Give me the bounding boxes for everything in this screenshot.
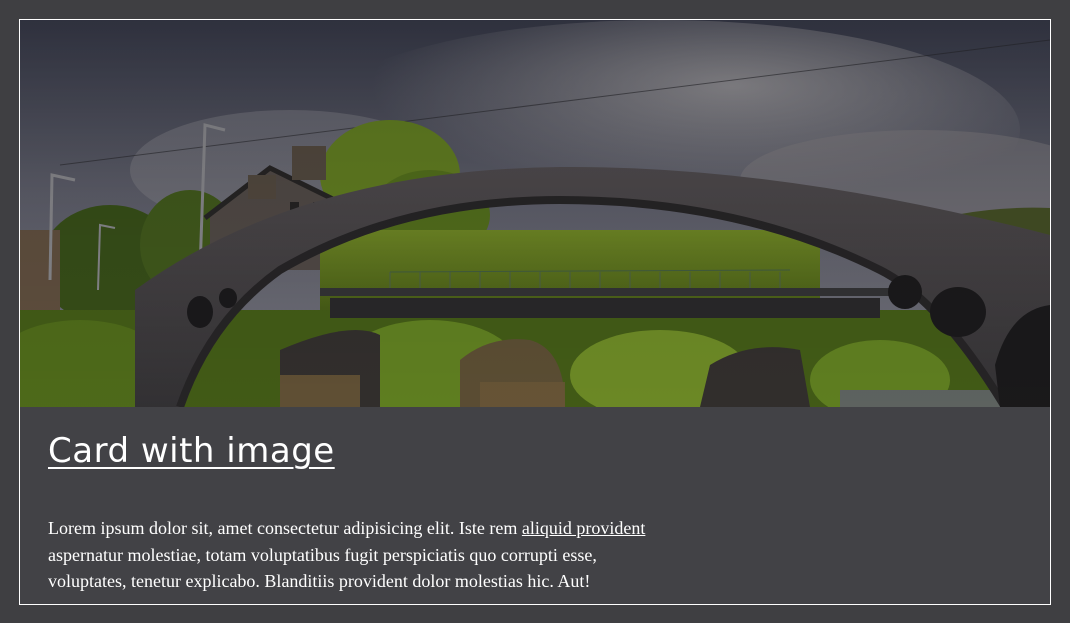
- page: Card with image Lorem ipsum dolor sit, a…: [0, 0, 1070, 623]
- card-title-link[interactable]: Card with image: [48, 431, 335, 471]
- inline-link[interactable]: aliquid provident: [522, 518, 645, 538]
- card: Card with image Lorem ipsum dolor sit, a…: [19, 19, 1051, 605]
- card-image: [20, 20, 1050, 407]
- card-text-start: Lorem ipsum dolor sit, amet consectetur …: [48, 518, 522, 538]
- card-body: Card with image Lorem ipsum dolor sit, a…: [20, 407, 1050, 604]
- card-text-end: aspernatur molestiae, totam voluptatibus…: [48, 544, 597, 592]
- card-text: Lorem ipsum dolor sit, amet consectetur …: [48, 515, 658, 595]
